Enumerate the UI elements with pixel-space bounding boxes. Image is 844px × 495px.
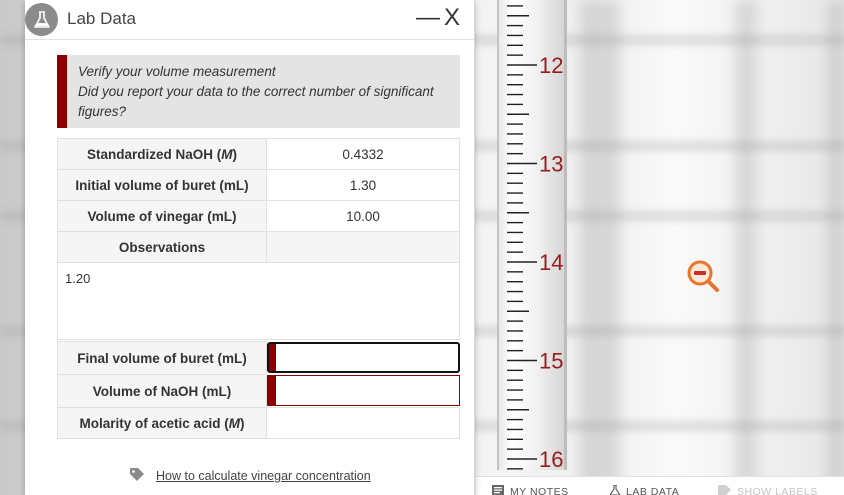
tag-icon — [130, 467, 146, 484]
table-row: Observations — [57, 231, 460, 263]
observations-text[interactable]: 1.20 — [57, 262, 460, 340]
vinegar-concentration-help-link[interactable]: How to calculate vinegar concentration — [156, 469, 371, 483]
error-flag — [268, 376, 276, 405]
show-labels-label: SHOW LABELS — [737, 485, 818, 495]
buret-mark-label: 16 — [539, 447, 563, 470]
error-flag — [269, 344, 276, 371]
naoh-volume-label: Volume of NaOH (mL) — [57, 374, 267, 408]
help-link-row: How to calculate vinegar concentration — [130, 467, 371, 484]
bottom-toolbar: MY NOTES LAB DATA SHOW LABELS — [476, 476, 844, 495]
my-notes-button[interactable]: MY NOTES — [492, 485, 569, 495]
flask-icon — [609, 484, 621, 495]
naoh-label: Standardized NaOH (M) — [57, 138, 267, 170]
final-volume-input-wrap — [267, 342, 460, 373]
final-volume-input[interactable] — [276, 344, 458, 371]
naoh-volume-input-wrap — [267, 375, 460, 406]
show-labels-button[interactable]: SHOW LABELS — [718, 485, 818, 495]
observations-label: Observations — [57, 231, 267, 263]
buret-mark-label: 14 — [539, 250, 563, 275]
vinegar-volume-label: Volume of vinegar (mL) — [57, 200, 267, 232]
buret[interactable]: 12 13 14 15 16 — [497, 0, 567, 470]
buret-mark-label: 12 — [539, 53, 563, 78]
verification-alert: Verify your volume measurement Did you r… — [57, 55, 460, 128]
vinegar-volume-value: 10.00 — [266, 200, 460, 232]
table-row: Molarity of acetic acid (M) — [57, 407, 460, 439]
zoom-out-icon — [687, 260, 719, 292]
alert-heading: Verify your volume measurement — [78, 64, 276, 79]
buret-mark-label: 13 — [539, 152, 563, 177]
molarity-value — [266, 407, 460, 439]
panel-title: Lab Data — [67, 9, 136, 28]
final-volume-input-box — [267, 342, 460, 373]
buret-scale: 12 13 14 15 16 — [507, 5, 563, 470]
my-notes-label: MY NOTES — [510, 485, 569, 495]
close-button[interactable]: X — [444, 4, 460, 32]
panel-header: Lab Data — X — [25, 0, 474, 40]
window-controls: — X — [416, 4, 460, 32]
lab-data-table: Standardized NaOH (M) 0.4332 Initial vol… — [57, 138, 460, 263]
buret-mark-label: 15 — [539, 349, 563, 374]
naoh-volume-input-box — [267, 375, 460, 406]
initial-volume-value: 1.30 — [266, 169, 460, 201]
alert-message: Did you report your data to the correct … — [78, 84, 434, 119]
observations-header-cell — [266, 231, 460, 263]
initial-volume-label: Initial volume of buret (mL) — [57, 169, 267, 201]
notes-icon — [492, 485, 504, 495]
table-row: Standardized NaOH (M) 0.4332 — [57, 138, 460, 170]
lab-data-label: LAB DATA — [626, 486, 680, 495]
minimize-button[interactable]: — — [416, 4, 440, 32]
final-volume-label: Final volume of buret (mL) — [57, 341, 267, 375]
naoh-value: 0.4332 — [266, 138, 460, 170]
table-row: Initial volume of buret (mL) 1.30 — [57, 169, 460, 201]
naoh-volume-input[interactable] — [276, 376, 459, 405]
lab-data-panel: Lab Data — X Verify your volume measurem… — [25, 0, 475, 495]
zoom-out-button[interactable] — [686, 259, 720, 293]
tag-icon — [718, 485, 731, 495]
molarity-label: Molarity of acetic acid (M) — [57, 407, 267, 439]
lab-data-button[interactable]: LAB DATA — [609, 484, 680, 495]
flask-icon — [25, 3, 58, 36]
table-row: Volume of vinegar (mL) 10.00 — [57, 200, 460, 232]
